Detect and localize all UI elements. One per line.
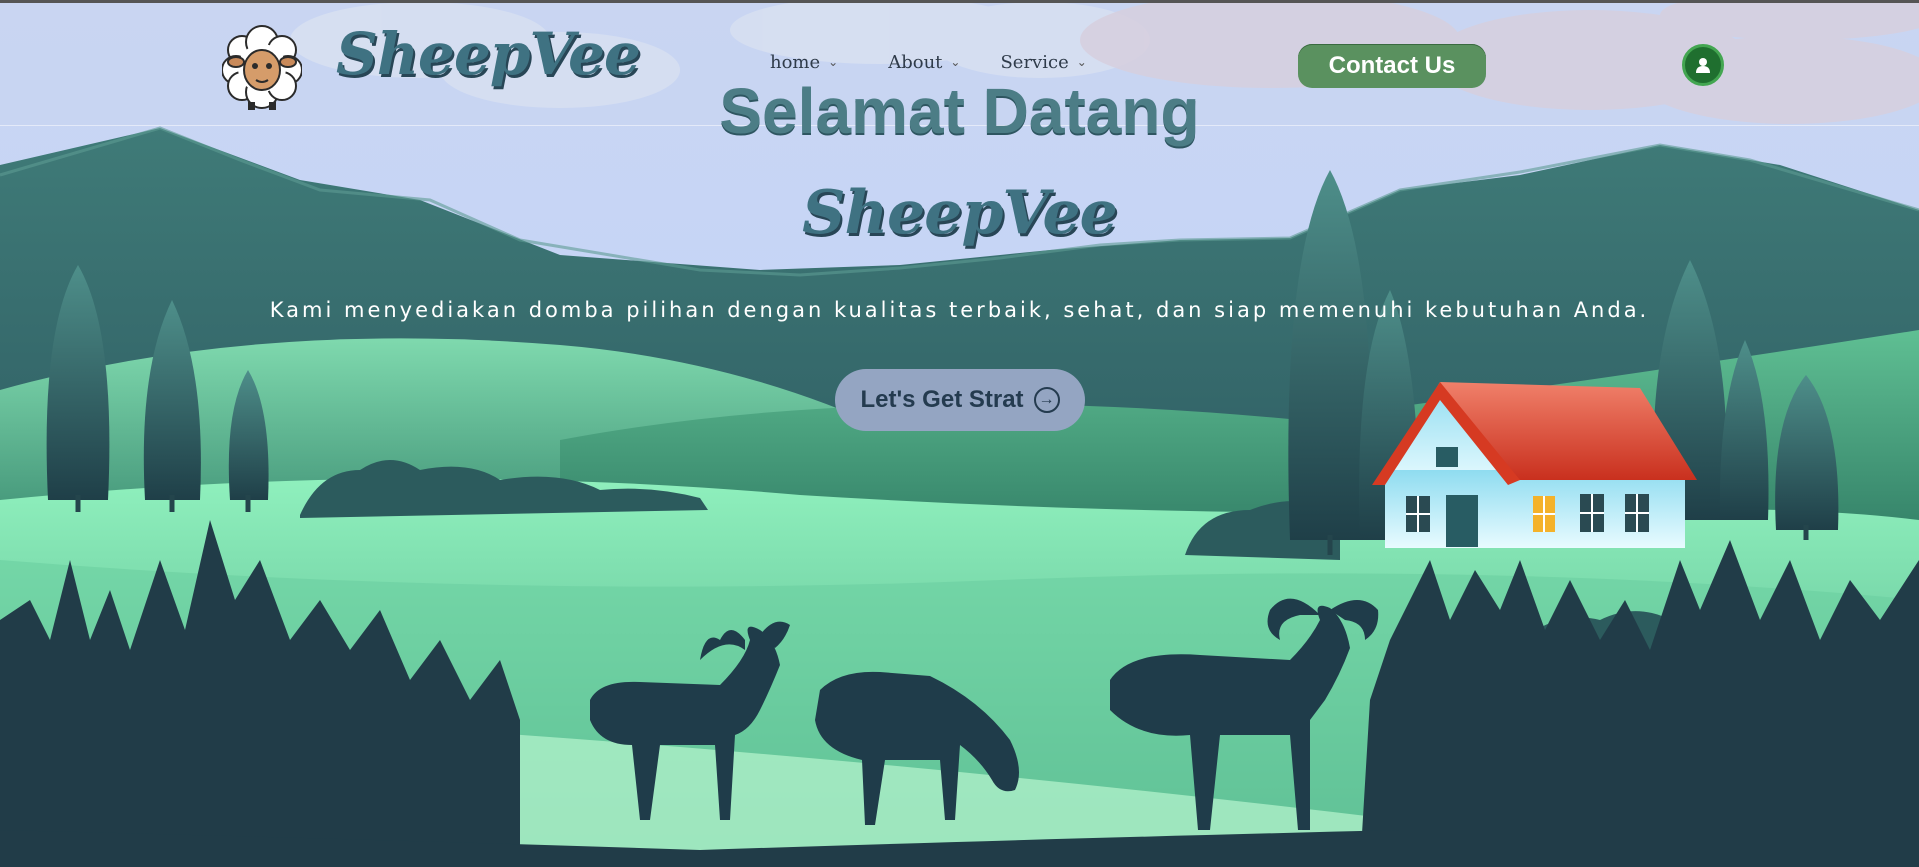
chevron-down-icon: ⌄	[1076, 54, 1087, 69]
hero-title: Selamat Datang	[719, 75, 1200, 147]
hero-brand-wordmark: SheepVee	[802, 178, 1118, 248]
arrow-right-circle-icon: →	[1033, 387, 1060, 413]
get-started-button[interactable]: Let's Get Strat →	[835, 369, 1085, 431]
nav-item-home[interactable]: home ⌄	[770, 52, 838, 73]
chevron-down-icon: ⌄	[828, 54, 839, 69]
chevron-down-icon: ⌄	[950, 54, 961, 69]
nav-item-service[interactable]: Service ⌄	[1000, 52, 1086, 73]
nav-item-label: home	[770, 52, 821, 73]
user-icon	[1696, 58, 1710, 73]
nav-item-label: About	[888, 52, 943, 73]
hero-subtitle: Kami menyediakan domba pilihan dengan ku…	[269, 298, 1650, 322]
main-nav: home ⌄ About ⌄ Service ⌄	[770, 52, 1087, 73]
nav-item-label: Service	[1000, 52, 1069, 73]
get-started-label: Let's Get Strat	[860, 386, 1024, 413]
nav-item-about[interactable]: About ⌄	[888, 52, 960, 73]
